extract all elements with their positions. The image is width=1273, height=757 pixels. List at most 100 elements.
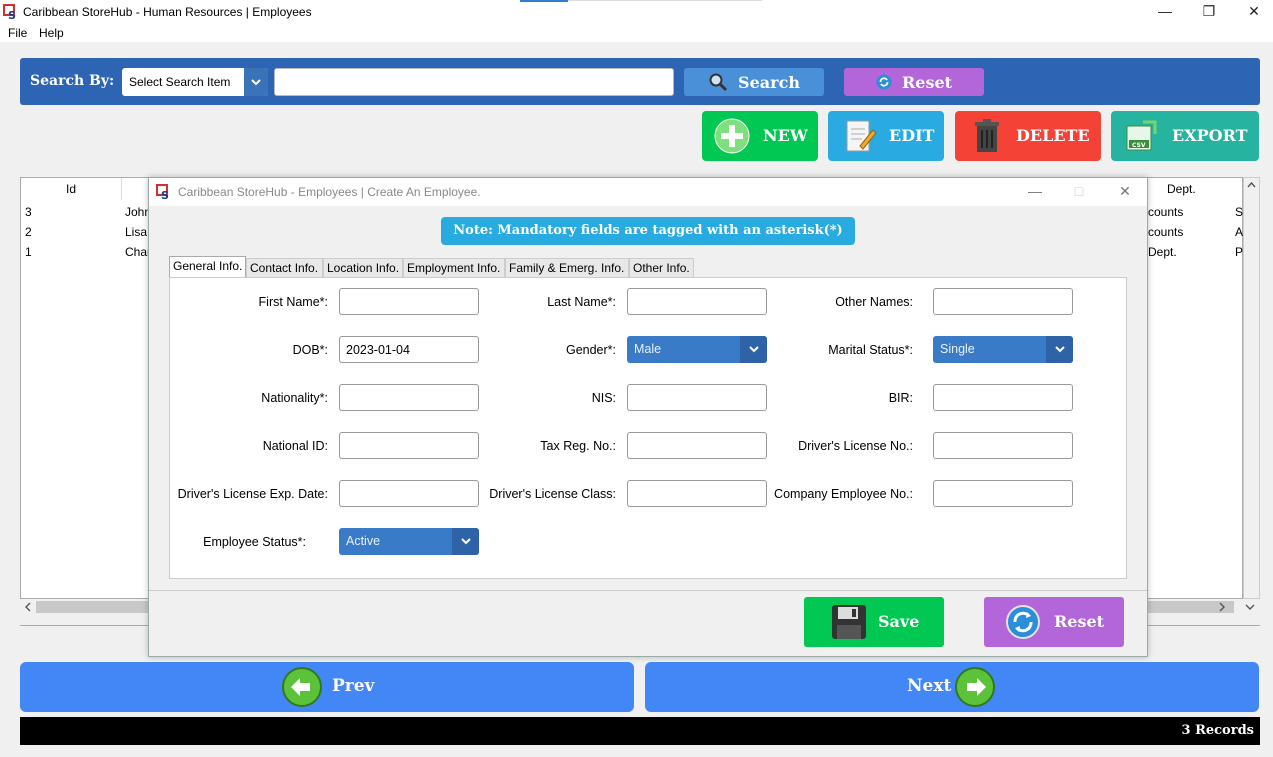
status-bar: 3 Records	[20, 717, 1260, 745]
marital-status-value: Single	[940, 342, 975, 356]
tab-other-info[interactable]: Other Info.	[629, 258, 694, 277]
create-employee-dialog: S Caribbean StoreHub - Employees | Creat…	[148, 177, 1148, 657]
drivers-license-exp-label: Driver's License Exp. Date:	[177, 487, 328, 501]
minimize-button[interactable]: —	[1143, 2, 1187, 22]
floppy-disk-icon	[832, 605, 866, 639]
vertical-scrollbar[interactable]	[1243, 177, 1260, 599]
company-employee-no-input[interactable]	[933, 480, 1073, 507]
column-header-dept[interactable]: Dept.	[1167, 182, 1196, 196]
tab-general-info[interactable]: General Info.	[169, 256, 246, 277]
general-info-panel: First Name*: Last Name*: Other Names: DO…	[169, 277, 1127, 579]
window-titlebar: S Caribbean StoreHub - Human Resources |…	[0, 0, 1273, 24]
reset-search-button[interactable]: Reset	[844, 68, 984, 96]
close-button[interactable]: ✕	[1232, 2, 1273, 22]
table-row-id[interactable]: 2	[25, 225, 32, 239]
title-accent-line	[568, 0, 762, 1]
table-row-id[interactable]: 1	[25, 245, 32, 259]
tab-location-info[interactable]: Location Info.	[323, 258, 403, 277]
bir-input[interactable]	[933, 384, 1073, 411]
scroll-up-icon[interactable]	[1244, 178, 1259, 192]
table-row-dept[interactable]: Dept.	[1148, 245, 1177, 259]
first-name-label: First Name*:	[258, 295, 328, 309]
edit-button[interactable]: EDIT	[828, 111, 944, 161]
tax-reg-no-input[interactable]	[627, 432, 767, 459]
menu-help[interactable]: Help	[39, 26, 64, 40]
edit-button-label: EDIT	[889, 126, 935, 145]
last-name-input[interactable]	[627, 288, 767, 315]
gender-select[interactable]: Male	[627, 336, 767, 363]
menu-file[interactable]: File	[8, 26, 27, 40]
company-employee-no-label: Company Employee No.:	[774, 487, 913, 501]
search-field-select[interactable]: Select Search Item	[122, 68, 268, 96]
gender-label: Gender*:	[565, 343, 616, 357]
employee-status-select[interactable]: Active	[339, 528, 479, 555]
drivers-license-no-input[interactable]	[933, 432, 1073, 459]
csv-export-icon: CSV	[1126, 120, 1157, 151]
national-id-input[interactable]	[339, 432, 479, 459]
last-name-label: Last Name*:	[547, 295, 616, 309]
dialog-minimize-button[interactable]: —	[1020, 183, 1050, 199]
reset-form-button[interactable]: Reset	[984, 597, 1124, 647]
dialog-titlebar: S Caribbean StoreHub - Employees | Creat…	[149, 178, 1147, 206]
table-row-dept[interactable]: counts	[1148, 225, 1183, 239]
scroll-left-icon[interactable]	[22, 601, 34, 613]
trash-icon	[975, 119, 999, 152]
column-header-id[interactable]: Id	[66, 182, 76, 196]
scroll-down-icon[interactable]	[1244, 601, 1256, 613]
delete-button[interactable]: DELETE	[955, 111, 1101, 161]
prev-button-label: Prev	[332, 676, 375, 696]
menu-bar: File Help	[0, 24, 1273, 42]
refresh-icon	[1006, 605, 1040, 639]
table-row-dept[interactable]: counts	[1148, 205, 1183, 219]
search-button[interactable]: Search	[684, 68, 824, 96]
tab-family-emerg-info[interactable]: Family & Emerg. Info.	[505, 258, 629, 277]
mandatory-note: Note: Mandatory fields are tagged with a…	[441, 217, 855, 245]
window-title: Caribbean StoreHub - Human Resources | E…	[23, 5, 312, 19]
drivers-license-class-input[interactable]	[627, 480, 767, 507]
save-button-label: Save	[878, 612, 920, 631]
table-row-name[interactable]: Lisa	[125, 225, 147, 239]
svg-text:CSV: CSV	[1132, 142, 1146, 149]
dialog-close-button[interactable]: ✕	[1110, 183, 1140, 200]
chevron-down-icon	[1046, 336, 1073, 363]
restore-button[interactable]: ❐	[1187, 2, 1231, 22]
table-row-extra[interactable]: S	[1235, 205, 1243, 219]
marital-status-select[interactable]: Single	[933, 336, 1073, 363]
table-row-extra[interactable]: A	[1235, 225, 1243, 239]
dialog-maximize-button[interactable]: □	[1064, 183, 1094, 199]
first-name-input[interactable]	[339, 288, 479, 315]
next-button[interactable]: Next	[645, 662, 1259, 712]
export-button-label: EXPORT	[1172, 126, 1248, 145]
export-button[interactable]: CSV EXPORT	[1111, 111, 1259, 161]
nis-label: NIS:	[591, 391, 616, 405]
prev-button[interactable]: Prev	[20, 662, 634, 712]
search-input[interactable]	[274, 68, 674, 96]
document-edit-icon	[846, 120, 877, 152]
other-names-input[interactable]	[933, 288, 1073, 315]
national-id-label: National ID:	[262, 439, 328, 453]
svg-text:S: S	[8, 9, 16, 20]
title-accent	[520, 0, 568, 2]
scroll-right-icon[interactable]	[1216, 601, 1228, 613]
save-button[interactable]: Save	[804, 597, 944, 647]
tax-reg-no-label: Tax Reg. No.:	[540, 439, 616, 453]
gender-value: Male	[634, 342, 662, 356]
drivers-license-exp-input[interactable]	[339, 480, 479, 507]
new-button[interactable]: NEW	[702, 111, 818, 161]
drivers-license-class-label: Driver's License Class:	[489, 487, 616, 501]
table-row-id[interactable]: 3	[25, 205, 32, 219]
tab-employment-info[interactable]: Employment Info.	[403, 258, 505, 277]
tab-contact-info[interactable]: Contact Info.	[246, 258, 323, 277]
next-button-label: Next	[907, 676, 952, 696]
delete-button-label: DELETE	[1016, 126, 1090, 145]
reset-form-button-label: Reset	[1054, 612, 1105, 631]
header-divider	[121, 178, 122, 200]
employee-status-label: Employee Status*:	[203, 535, 306, 549]
nis-input[interactable]	[627, 384, 767, 411]
scroll-thumb[interactable]	[36, 601, 148, 613]
refresh-icon	[876, 74, 892, 90]
storehub-logo-icon: S	[3, 4, 16, 20]
dob-input[interactable]: 2023-01-04	[339, 336, 479, 363]
table-row-extra[interactable]: P	[1235, 245, 1243, 259]
nationality-input[interactable]	[339, 384, 479, 411]
